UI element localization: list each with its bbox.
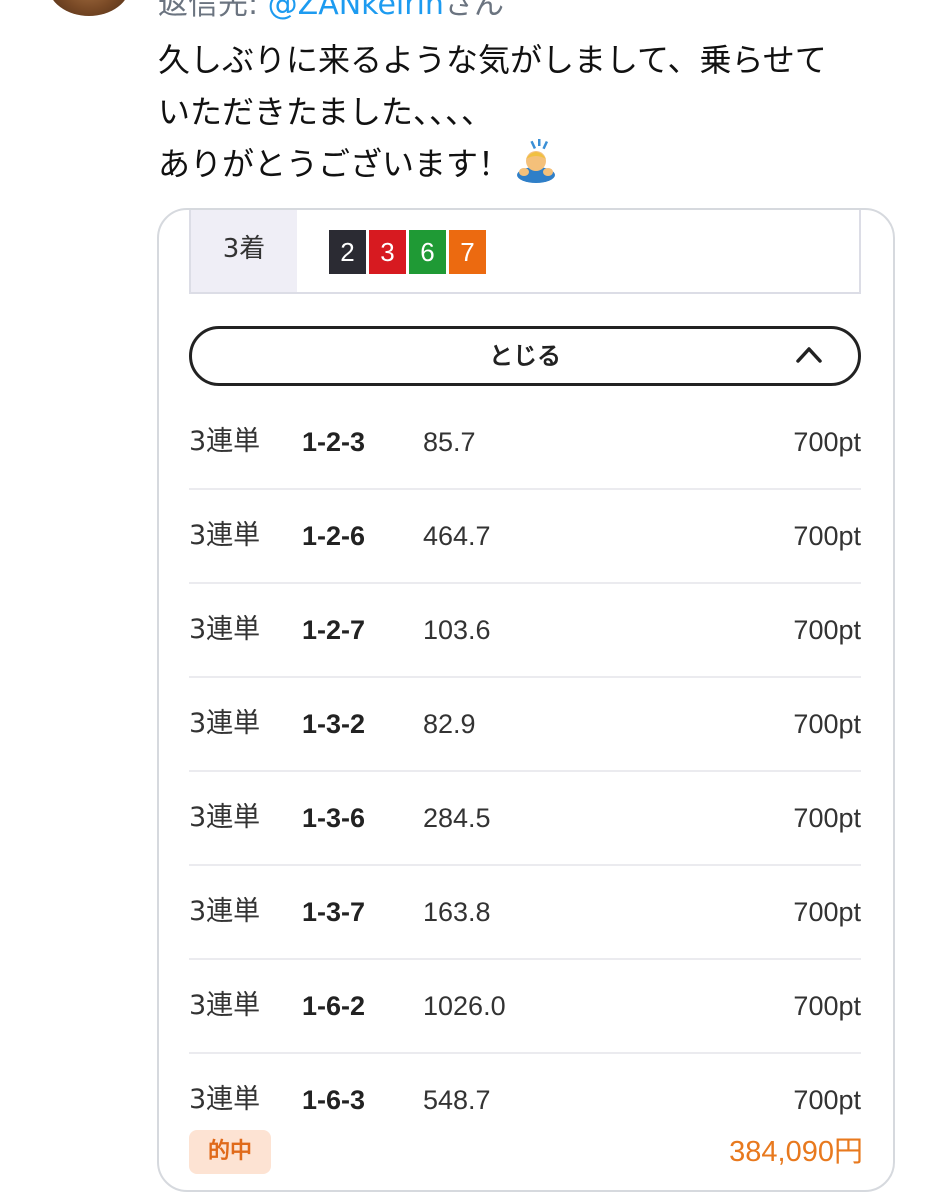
bet-odds: 85.7 — [423, 427, 476, 457]
bet-row: 3連単 1-3-2 82.9 700pt — [189, 678, 861, 772]
bet-odds: 1026.0 — [423, 991, 506, 1021]
bet-type: 3連単 — [189, 614, 261, 645]
hit-badge: 的中 — [189, 1130, 271, 1174]
bet-amount: 700pt — [793, 803, 861, 833]
bet-row: 3連単 1-2-6 464.7 700pt — [189, 490, 861, 584]
bet-odds: 548.7 — [423, 1085, 491, 1115]
tweet-line-2: いただきたました、、、、 — [158, 93, 494, 131]
bet-combo: 1-2-6 — [302, 521, 366, 551]
bet-row: 3連単 1-2-7 103.6 700pt — [189, 584, 861, 678]
bike-number-6: 6 — [409, 230, 446, 274]
bet-result-card: 3着 2367 とじる 3連単 1-2-3 85.7 700pt 3連単 1-2-6 464… — [157, 208, 895, 1192]
tweet-line-3-text: ありがとうございます！ — [158, 145, 511, 183]
avatar[interactable] — [48, 0, 130, 16]
bet-odds: 464.7 — [423, 521, 491, 551]
bet-odds: 103.6 — [423, 615, 491, 645]
bike-number-7: 7 — [449, 230, 486, 274]
reply-handle-link[interactable]: @ZANkeirin — [268, 0, 444, 22]
bet-type: 3連単 — [189, 520, 261, 551]
tweet-line-3: ありがとうございます！ — [158, 138, 898, 190]
bet-type: 3連単 — [189, 1084, 261, 1115]
bet-combo: 1-3-7 — [302, 897, 366, 927]
bike-number-2: 2 — [329, 230, 366, 274]
bet-amount: 700pt — [793, 521, 861, 551]
bet-odds: 284.5 — [423, 803, 491, 833]
bike-number-3: 3 — [369, 230, 406, 274]
bet-row: 3連単 1-6-2 1026.0 700pt — [189, 960, 861, 1054]
chevron-up-icon — [796, 347, 822, 363]
close-toggle-button[interactable]: とじる — [189, 326, 861, 386]
bet-odds: 163.8 — [423, 897, 491, 927]
bet-row: 3連単 1-3-7 163.8 700pt — [189, 866, 861, 960]
bet-combo: 1-3-2 — [302, 709, 366, 739]
bet-row: 3連単 1-2-3 85.7 700pt — [189, 396, 861, 490]
bet-amount: 700pt — [793, 615, 861, 645]
place-label: 3着 — [191, 210, 297, 292]
tweet-line-1: 久しぶりに来るような気がしまして、乗らせて — [158, 41, 827, 79]
bet-combo: 1-2-7 — [302, 615, 366, 645]
reply-suffix: さん — [443, 0, 504, 22]
bet-combo: 1-3-6 — [302, 803, 366, 833]
bet-amount: 700pt — [793, 991, 861, 1021]
bet-row: 3連単 1-3-6 284.5 700pt — [189, 772, 861, 866]
bet-type: 3連単 — [189, 802, 261, 833]
reply-to: 返信先: @ZANkeirinさん — [158, 0, 504, 22]
bet-amount: 700pt — [793, 427, 861, 457]
bet-amount: 700pt — [793, 1085, 861, 1115]
bet-combo: 1-2-3 — [302, 427, 366, 457]
bet-type: 3連単 — [189, 990, 261, 1021]
place-row: 3着 2367 — [189, 210, 861, 294]
bet-type: 3連単 — [189, 708, 261, 739]
tweet-text: 久しぶりに来るような気がしまして、乗らせて いただきたました、、、、 ありがとう… — [158, 34, 898, 190]
bet-combo: 1-6-2 — [302, 991, 366, 1021]
bike-numbers: 2367 — [329, 230, 486, 274]
bet-amount: 700pt — [793, 709, 861, 739]
bet-type: 3連単 — [189, 426, 261, 457]
bet-list: 3連単 1-2-3 85.7 700pt 3連単 1-2-6 464.7 700pt 3連単 1-… — [189, 396, 861, 1146]
man-bowing-emoji — [514, 139, 558, 183]
bet-amount: 700pt — [793, 897, 861, 927]
bet-type: 3連単 — [189, 896, 261, 927]
close-toggle-label: とじる — [489, 342, 561, 370]
bet-odds: 82.9 — [423, 709, 476, 739]
payout-amount: 384,090円 — [729, 1136, 863, 1168]
bet-combo: 1-6-3 — [302, 1085, 366, 1115]
reply-prefix: 返信先: — [158, 0, 268, 22]
